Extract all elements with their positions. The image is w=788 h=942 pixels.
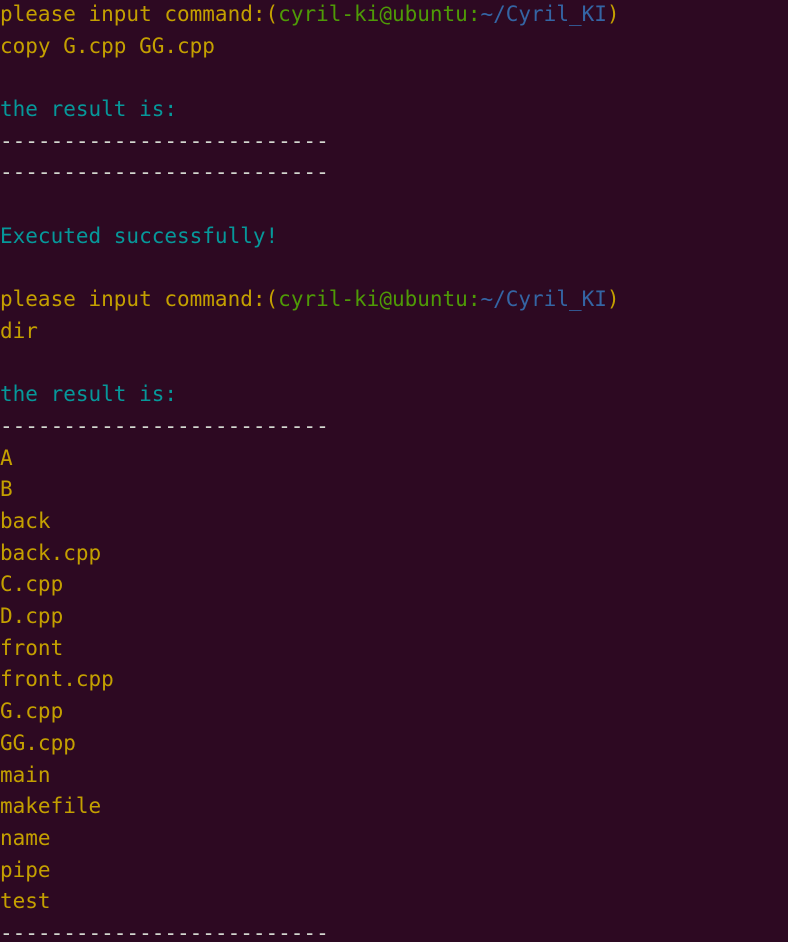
result-label-2: the result is: (0, 379, 788, 411)
separator-rule: -------------------------- (0, 160, 329, 185)
success-message-line: Executed successfully! (0, 221, 788, 253)
prompt-user-host: cyril-ki@ubuntu: (278, 287, 481, 312)
separator-rule: -------------------------- (0, 920, 329, 942)
list-item: back.cpp (0, 538, 788, 570)
list-item: name (0, 823, 788, 855)
list-item: main (0, 760, 788, 792)
list-item: front.cpp (0, 664, 788, 696)
list-item: pipe (0, 855, 788, 887)
separator-3: -------------------------- (0, 411, 788, 443)
file-name: pipe (0, 857, 51, 882)
file-name: front (0, 635, 64, 660)
list-item: D.cpp (0, 601, 788, 633)
prompt-user-host: cyril-ki@ubuntu: (278, 2, 481, 26)
prompt-line-1: please input command:(cyril-ki@ubuntu:~/… (0, 0, 788, 31)
prompt-paren-close: ) (606, 287, 620, 312)
list-item: B (0, 474, 788, 506)
list-item: front (0, 633, 788, 665)
prompt-paren-open: ( (265, 287, 279, 312)
list-item: back (0, 506, 788, 538)
file-name: name (0, 825, 51, 850)
file-name: test (0, 889, 51, 914)
prompt-prefix: please input command: (0, 2, 266, 26)
prompt-path: ~/Cyril_KI (480, 287, 607, 312)
list-item: G.cpp (0, 696, 788, 728)
list-item: makefile (0, 791, 788, 823)
result-label-text: the result is: (0, 97, 178, 122)
file-name: B (0, 477, 13, 502)
result-label-text: the result is: (0, 382, 178, 407)
file-name: front.cpp (0, 667, 114, 692)
prompt-prefix: please input command: (0, 287, 266, 312)
file-name: back (0, 509, 51, 533)
prompt-line-2: please input command:(cyril-ki@ubuntu:~/… (0, 284, 788, 316)
file-name: back.cpp (0, 540, 102, 565)
terminal-window[interactable]: please input command:(cyril-ki@ubuntu:~/… (0, 0, 788, 942)
terminal-screen: please input command:(cyril-ki@ubuntu:~/… (0, 0, 788, 942)
command-line-copy: copy G.cpp GG.cpp (0, 31, 788, 63)
separator-rule: -------------------------- (0, 413, 329, 438)
list-item: GG.cpp (0, 728, 788, 760)
result-label-1: the result is: (0, 94, 788, 126)
command-text: copy G.cpp GG.cpp (0, 33, 215, 58)
prompt-path: ~/Cyril_KI (480, 2, 607, 26)
list-item: test (0, 886, 788, 918)
success-message-text: Executed successfully! (0, 223, 279, 248)
separator-4: -------------------------- (0, 918, 788, 942)
file-name: D.cpp (0, 604, 64, 629)
command-line-dir: dir (0, 316, 788, 348)
file-name: C.cpp (0, 572, 64, 597)
separator-1: -------------------------- (0, 126, 788, 158)
list-item: A (0, 443, 788, 475)
file-name: G.cpp (0, 699, 64, 724)
file-name: GG.cpp (0, 730, 76, 755)
prompt-paren-open: ( (265, 2, 279, 26)
separator-rule: -------------------------- (0, 128, 329, 153)
list-item: C.cpp (0, 569, 788, 601)
file-name: A (0, 445, 13, 470)
separator-2: -------------------------- (0, 157, 788, 189)
file-name: makefile (0, 794, 102, 819)
prompt-paren-close: ) (606, 2, 620, 26)
command-text: dir (0, 318, 38, 343)
file-name: main (0, 762, 51, 787)
